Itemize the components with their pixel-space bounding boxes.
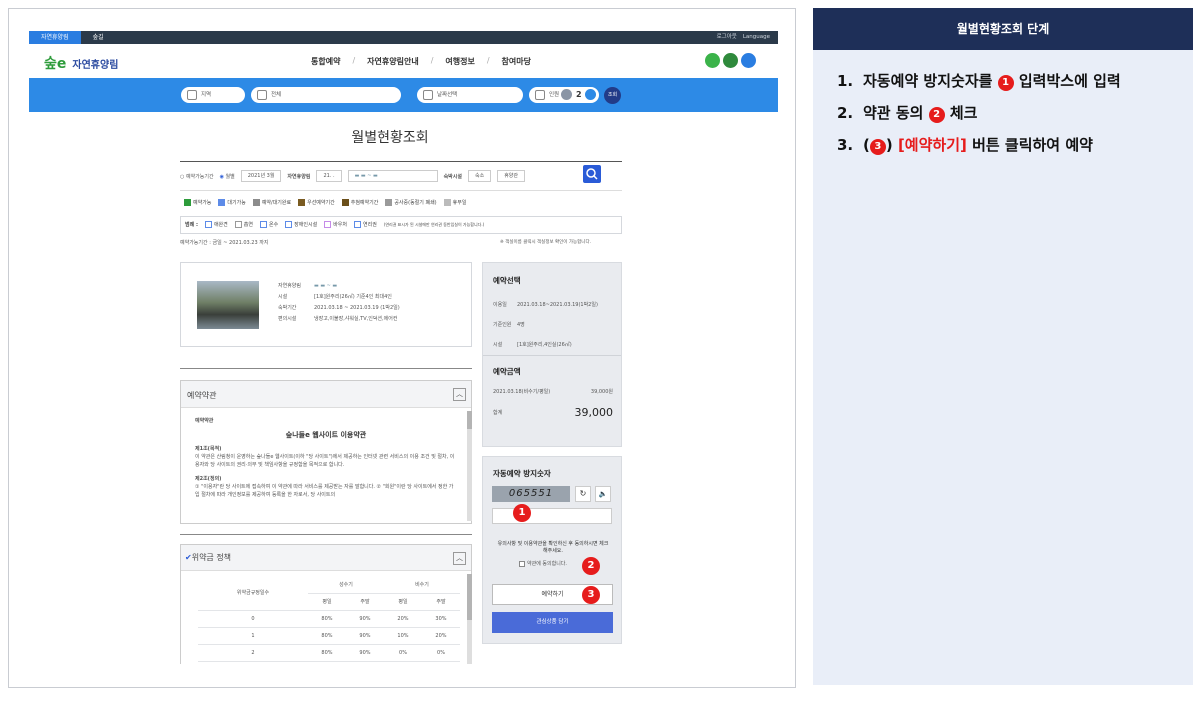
logout-link[interactable]: 로그아웃 [717, 31, 737, 44]
guest-count: 2 [576, 90, 582, 99]
step-2: 2. 약관 동의 2 체크 [837, 104, 978, 123]
region-select[interactable]: 지역 [181, 87, 245, 103]
radio-available[interactable]: ○ 예약가능기간 [180, 173, 214, 180]
guest-stepper[interactable]: 인원 2 [529, 87, 599, 103]
logo[interactable]: 숲e 자연휴양림 [44, 53, 118, 73]
plus-button[interactable] [585, 89, 596, 100]
marker-2: 2 [582, 557, 600, 575]
divider [180, 534, 472, 535]
main-nav: 숲e 자연휴양림 통합예약 / 자연휴양림안내 / 여행정보 / 참여마당 [29, 44, 778, 78]
menu-item-community[interactable]: 참여마당 [490, 56, 543, 67]
agree-checkbox[interactable]: 약관에 동의합니다. [519, 560, 567, 567]
page-title: 월별현황조회 [351, 130, 429, 146]
date-select[interactable]: 날짜선택 [417, 87, 523, 103]
status-legend: 예약가능 대기가능 예약/대기완료 우선예약기간 추첨예약기간 공사중(동절기 … [180, 195, 620, 213]
marker-1: 1 [513, 504, 531, 522]
available-period: 예약가능기간 : 금일 ~ 2021.03.23 까지 [180, 240, 269, 246]
filter-row: ○ 예약가능기간 ◉ 월별 2021년 3월 자연휴양림 21. . ▬ ▬ ~… [180, 166, 620, 186]
room-tip: ※ 객실이름 클릭시 객실정보 확인이 가능합니다. [500, 240, 592, 245]
tab-trail[interactable]: 숲길 [81, 31, 116, 44]
terms-title: 예약약관 [187, 391, 217, 400]
refresh-icon[interactable]: ↻ [575, 486, 591, 502]
period-select[interactable]: 휴양관 [497, 170, 525, 182]
check-icon: ✔ [185, 553, 192, 562]
search-bar: 지역 전체 날짜선택 인원 2 조회 [29, 78, 778, 112]
top-bar: 자연휴양림 숲길 로그아웃 Language [29, 31, 778, 44]
home-icon [257, 90, 267, 100]
penalty-title: ✔위약금 정책 [185, 553, 232, 562]
terms-scrollbar[interactable] [467, 411, 472, 521]
forest-name-select[interactable]: ▬ ▬ ~ ▬ [347, 170, 438, 182]
table-row: 1 80% 90% 10% 20% [198, 627, 460, 645]
room-photo [197, 281, 259, 329]
month-select[interactable]: 2021년 3월 [240, 170, 282, 182]
map-icon [187, 90, 197, 100]
icon-legend: 범례 : 애완견 흡연 온수 장애인시설 바우처 연리권 (연리권 표시가 된 … [180, 216, 622, 234]
stay-value: 2021.03.18 ~ 2021.03.19 (1박2일) [314, 305, 400, 311]
forest-select[interactable]: 21. . [316, 170, 342, 182]
menu-item-guide[interactable]: 자연휴양림안내 [355, 56, 431, 67]
radio-monthly[interactable]: ◉ 월별 [220, 173, 235, 180]
facility-select[interactable]: 전체 [251, 87, 401, 103]
step-3: 3.(3) [예약하기] 버튼 클릭하여 예약 [837, 136, 1093, 155]
search-icon [586, 168, 598, 180]
wishlist-button[interactable]: 관심상품 담기 [492, 612, 613, 633]
divider [180, 161, 622, 162]
divider [180, 368, 472, 369]
forest-label: 자연휴양림 [287, 173, 311, 180]
person-icon [535, 90, 545, 100]
room-info-card: 자연휴양림 ▬ ▬ ~ ▬ 시설 [1호]원주리(26㎡) 기준4인 최대4인 숙박… [180, 262, 472, 347]
step-1: 1. 자동예약 방지숫자를 1 입력박스에 입력 [837, 72, 1121, 91]
menu-item-travel[interactable]: 여행정보 [433, 56, 486, 67]
facility-value: [1호]원주리(26㎡) 기준4인 최대4인 [314, 294, 392, 300]
slide: 자연휴양림 숲길 로그아웃 Language 숲e 자연휴양림 통합예약 / 자연… [0, 0, 1201, 703]
search-icon[interactable] [705, 53, 720, 68]
captcha-input[interactable] [492, 508, 612, 524]
lodging-label: 숙박시설 [443, 173, 462, 180]
minus-button[interactable] [561, 89, 572, 100]
marker-3: 3 [582, 586, 600, 604]
total-amount: 39,000 [574, 406, 614, 419]
terms-content: 예약약관 숲나들e 웹사이트 이용약관 제1조(목적) 이 약관은 산림청이 운… [195, 418, 455, 498]
checkbox-icon [519, 560, 525, 567]
speaker-icon[interactable]: 🔈 [595, 486, 611, 502]
tab-forest[interactable]: 자연휴양림 [29, 31, 81, 44]
amenity-value: 냉장고,이불장,샤워실,TV,인덕션,에어컨 [314, 316, 398, 322]
collapse-icon[interactable]: ︿ [453, 552, 466, 565]
table-row: 0 80% 90% 20% 30% [198, 610, 460, 628]
agree-notice: 유의사항 및 이용약관을 확인하신 후 동의하시면 체크해주세요. [497, 541, 609, 554]
reservation-summary: 예약선택 이용일 2021.03.18~2021.03.19(1박2일) 기준인원… [482, 262, 622, 447]
antibot-panel: 자동예약 방지숫자 065551 ↻ 🔈 유의사항 및 이용약관을 확인하신 후… [482, 456, 622, 644]
penalty-table: 위약금규정일수 성수기 비수기 평일 주말 평일 주말 0 80% 90% 20% 30% 1 80… [198, 576, 460, 662]
penalty-scrollbar[interactable] [467, 574, 472, 664]
myinfo-icon[interactable] [723, 53, 738, 68]
calendar-icon [423, 90, 433, 100]
logo-text: 자연휴양림 [72, 59, 119, 71]
lodging-select[interactable]: 숙소 [467, 170, 492, 182]
terms-section: 예약약관 ︿ 예약약관 숲나들e 웹사이트 이용약관 제1조(목적) 이 약관은… [180, 380, 472, 524]
filter-search-button[interactable] [583, 165, 601, 183]
captcha-image: 065551 [492, 486, 570, 502]
collapse-icon[interactable]: ︿ [453, 388, 466, 401]
search-submit-button[interactable]: 조회 [604, 87, 621, 104]
language-link[interactable]: Language [743, 31, 770, 44]
grid-menu-icon[interactable] [741, 53, 756, 68]
divider [180, 190, 622, 191]
menu-item-reservation[interactable]: 통합예약 [299, 56, 352, 67]
instruction-header: 월별현황조회 단계 [813, 8, 1193, 50]
table-row: 2 80% 90% 0% 0% [198, 644, 460, 662]
forest-logo-icon: 숲e [44, 56, 67, 72]
instruction-panel: 월별현황조회 단계 1. 자동예약 방지숫자를 1 입력박스에 입력 2. 약관 동… [813, 8, 1193, 685]
